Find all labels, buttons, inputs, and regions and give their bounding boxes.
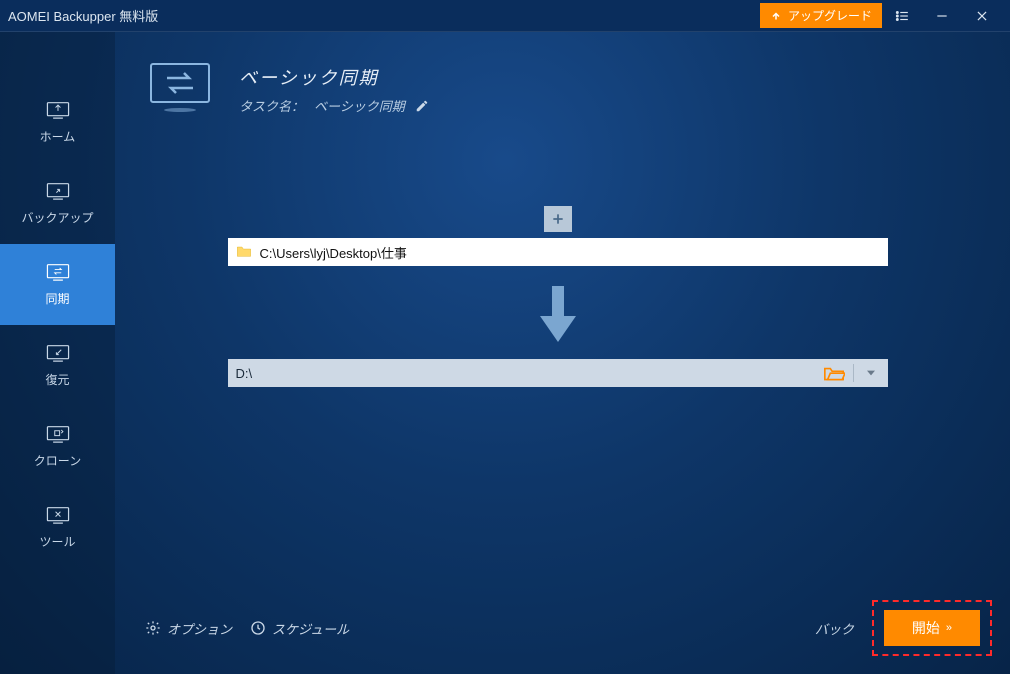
sidebar-item-restore[interactable]: 復元 [0,325,115,406]
minimize-button[interactable] [922,0,962,32]
clone-icon [45,424,71,444]
sidebar-item-label: クローン [34,452,81,469]
page-header: ベーシック同期 タスク名： ベーシック同期 [145,60,970,116]
source-path-text: C:\Users\lyj\Desktop\仕事 [260,243,407,262]
destination-path-text: D:\ [236,366,815,381]
sidebar: ホーム バックアップ 同期 復元 クローン [0,32,115,674]
page-title: ベーシック同期 [239,64,429,90]
task-name-label: タスク名： [239,96,304,115]
sidebar-item-clone[interactable]: クローン [0,406,115,487]
sidebar-item-home[interactable]: ホーム [0,82,115,163]
arrow-down-icon [537,284,579,349]
options-button[interactable]: オプション [145,619,232,638]
sync-monitor-icon [145,60,215,116]
app-title: AOMEI Backupper 無料版 [8,6,760,25]
destination-path-bar[interactable]: D:\ [228,359,888,387]
chevron-right-icon: » [946,622,952,634]
menu-icon[interactable] [882,0,922,32]
restore-icon [45,343,71,363]
start-label: 開始 [912,618,940,638]
sidebar-item-label: バックアップ [21,209,93,226]
sync-config: C:\Users\lyj\Desktop\仕事 D:\ [145,206,970,387]
task-name-value: ベーシック同期 [314,96,405,115]
sidebar-item-sync[interactable]: 同期 [0,244,115,325]
gear-icon [145,620,161,636]
sidebar-item-label: ホーム [40,128,76,145]
title-bar: AOMEI Backupper 無料版 アップグレード [0,0,1010,32]
main-panel: ベーシック同期 タスク名： ベーシック同期 C:\Users\lyj\Deskt… [115,32,1010,674]
sidebar-item-label: ツール [39,533,75,550]
source-path-bar[interactable]: C:\Users\lyj\Desktop\仕事 [228,238,888,266]
browse-folder-icon[interactable] [823,359,845,387]
options-label: オプション [167,619,232,638]
add-source-button[interactable] [544,206,572,232]
task-name-row: タスク名： ベーシック同期 [239,96,429,115]
schedule-label: スケジュール [272,619,349,638]
upgrade-arrow-icon [770,10,782,22]
home-icon [45,100,71,120]
footer-bar: オプション スケジュール バック 開始 » [145,600,992,656]
separator [853,364,854,382]
clock-icon [250,620,266,636]
sidebar-item-backup[interactable]: バックアップ [0,163,115,244]
folder-icon [236,245,252,259]
sidebar-item-label: 復元 [45,371,69,388]
sidebar-item-tools[interactable]: ツール [0,487,115,568]
backup-icon [45,181,71,201]
destination-dropdown-button[interactable] [862,359,880,387]
start-button[interactable]: 開始 » [884,610,980,646]
upgrade-button[interactable]: アップグレード [760,3,882,28]
upgrade-label: アップグレード [788,7,872,24]
schedule-button[interactable]: スケジュール [250,619,349,638]
sync-icon [45,262,71,282]
close-button[interactable] [962,0,1002,32]
sidebar-item-label: 同期 [45,290,69,307]
tools-icon [45,505,71,525]
edit-task-name-button[interactable] [415,99,429,113]
back-button[interactable]: バック [815,619,854,638]
start-button-highlight: 開始 » [872,600,992,656]
